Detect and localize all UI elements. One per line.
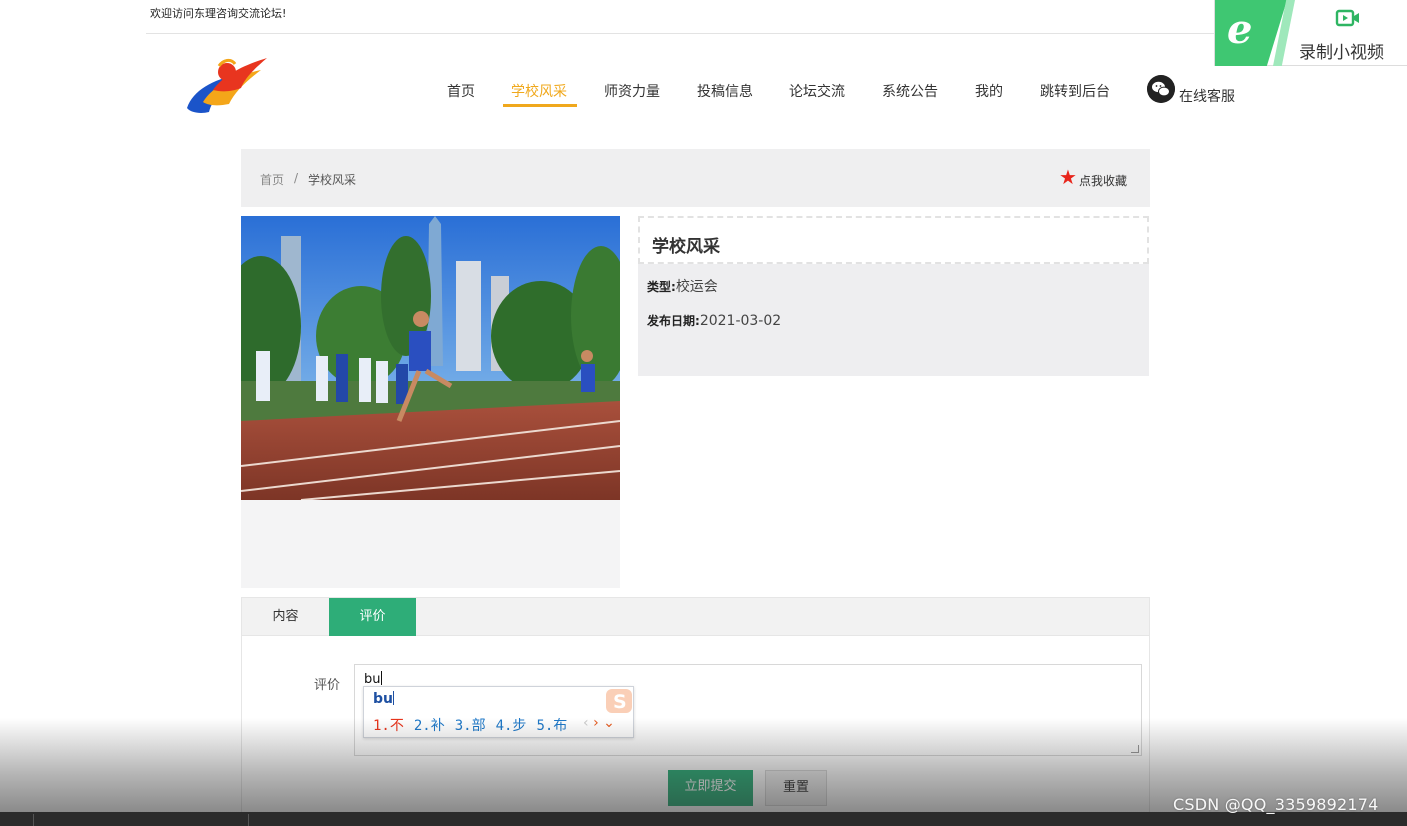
record-video-label: 录制小视频 <box>1299 43 1384 63</box>
ime-composition: bu <box>373 691 394 707</box>
ime-candidate[interactable]: 4.步 <box>496 718 527 734</box>
submit-button[interactable]: 立即提交 <box>668 770 753 806</box>
nav-item-forum[interactable]: 论坛交流 <box>789 81 845 101</box>
nav-item-school-style[interactable]: 学校风采 <box>511 81 567 101</box>
nav-item-submissions[interactable]: 投稿信息 <box>697 81 753 101</box>
breadcrumb-separator: / <box>294 171 299 185</box>
ime-page-controls: ‹ › ⌄ <box>583 715 615 731</box>
welcome-text: 欢迎访问东理咨询交流论坛! <box>150 7 287 20</box>
detail-info-card: 学校风采 类型:校运会 发布日期:2021-03-02 <box>638 216 1149 376</box>
player-bottom-bar <box>0 812 1407 826</box>
ime-expand-icon[interactable]: ⌄ <box>603 715 615 731</box>
watermark: CSDN @QQ_3359892174 <box>1173 795 1379 814</box>
reset-button[interactable]: 重置 <box>765 770 827 806</box>
ime-candidate[interactable]: 1.不 <box>373 718 404 734</box>
ime-candidate[interactable]: 5.布 <box>536 718 567 734</box>
detail-date-row: 发布日期:2021-03-02 <box>647 312 781 329</box>
detail-type-value: 校运会 <box>675 279 718 295</box>
tab-review[interactable]: 评价 <box>329 598 416 636</box>
star-icon[interactable]: ★ <box>1059 167 1077 187</box>
ime-candidate-popup: bu S 1.不 2.补 3.部 4.步 5.布 ‹ › ⌄ <box>363 686 634 738</box>
record-video-widget[interactable]: e 录制小视频 <box>1214 0 1407 66</box>
breadcrumb: 首页 / 学校风采 ★ 点我收藏 <box>241 149 1150 207</box>
review-field-label: 评价 <box>314 678 341 693</box>
nav-item-faculty[interactable]: 师资力量 <box>604 81 660 101</box>
nav-active-indicator <box>503 104 577 107</box>
review-textarea-value: bu <box>364 671 382 687</box>
photo-card <box>241 216 620 588</box>
content-tab-panel: 内容 评价 评价 bu bu S 1.不 2.补 3.部 4.步 5.布 ‹ › ⌄ 立… <box>241 597 1150 826</box>
wechat-icon[interactable] <box>1147 75 1175 103</box>
header-divider <box>146 33 1216 34</box>
detail-type-label: 类型: <box>647 280 676 294</box>
ime-prev-icon[interactable]: ‹ <box>583 715 589 731</box>
favorite-button[interactable]: 点我收藏 <box>1079 172 1127 189</box>
breadcrumb-home[interactable]: 首页 <box>260 171 284 188</box>
nav-item-admin[interactable]: 跳转到后台 <box>1040 81 1110 101</box>
browser-e-icon: e <box>1227 6 1253 53</box>
site-logo[interactable] <box>183 50 273 118</box>
customer-service-link[interactable]: 在线客服 <box>1179 86 1235 106</box>
svg-text:S: S <box>613 691 627 713</box>
ime-candidate[interactable]: 2.补 <box>414 718 445 734</box>
detail-date-label: 发布日期: <box>647 314 700 328</box>
ime-next-icon[interactable]: › <box>593 715 599 731</box>
tab-content[interactable]: 内容 <box>242 598 329 636</box>
resize-handle-icon[interactable] <box>1131 745 1139 753</box>
breadcrumb-current: 学校风采 <box>308 173 357 187</box>
nav-item-mine[interactable]: 我的 <box>975 81 1003 101</box>
video-camera-icon <box>1335 9 1359 27</box>
tab-header: 内容 评价 <box>242 598 1149 636</box>
detail-date-value: 2021-03-02 <box>699 313 782 329</box>
detail-title: 学校风采 <box>652 237 720 257</box>
nav-item-announcements[interactable]: 系统公告 <box>882 81 938 101</box>
ime-candidate-list: 1.不 2.补 3.部 4.步 5.布 <box>373 715 577 735</box>
ime-candidate[interactable]: 3.部 <box>455 718 486 734</box>
sports-day-photo <box>241 216 620 500</box>
nav-item-home[interactable]: 首页 <box>447 81 475 101</box>
detail-type-row: 类型:校运会 <box>647 276 718 296</box>
sogou-ime-icon: S <box>606 689 632 713</box>
